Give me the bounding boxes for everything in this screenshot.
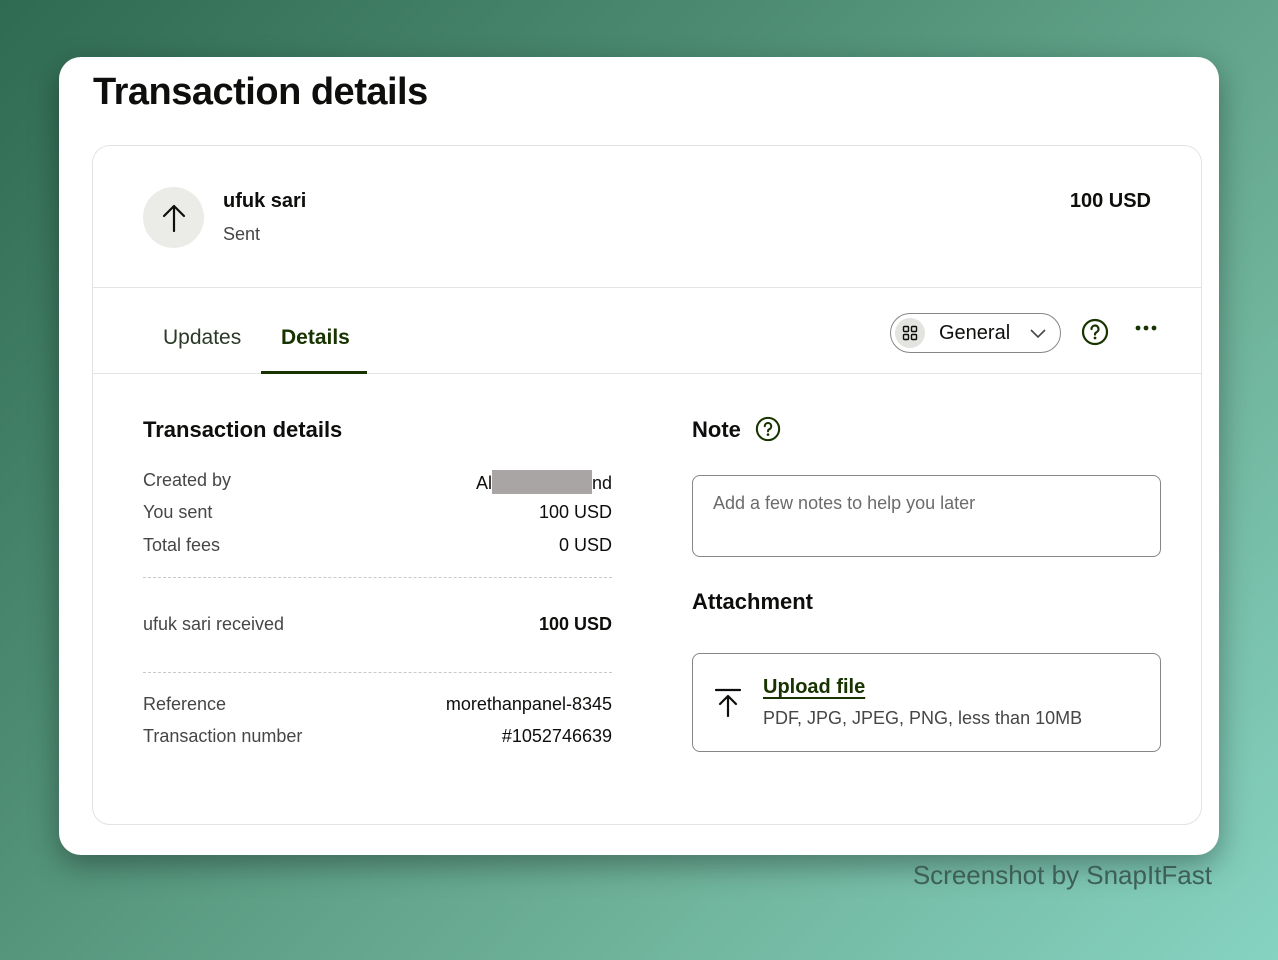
detail-row-created-by: Created by Al nd — [143, 470, 612, 494]
upload-hint: PDF, JPG, JPEG, PNG, less than 10MB — [763, 708, 1083, 728]
you-sent-value: 100 USD — [538, 502, 612, 522]
transaction-number-value: #1052746639 — [501, 726, 612, 746]
reference-value: morethanpanel-8345 — [445, 694, 612, 714]
chevron-down-icon — [1030, 329, 1046, 339]
total-fees-value: 0 USD — [558, 535, 612, 555]
divider — [143, 577, 612, 578]
watermark: Screenshot by SnapItFast — [912, 860, 1212, 890]
upload-file-link[interactable]: Upload file — [763, 676, 865, 699]
total-fees-label: Total fees — [143, 535, 221, 555]
transaction-number-label: Transaction number — [143, 726, 303, 746]
created-by-label: Created by — [143, 470, 232, 490]
help-icon[interactable] — [1081, 318, 1109, 346]
divider — [143, 672, 612, 673]
reference-label: Reference — [143, 694, 227, 714]
received-label: ufuk sari received — [143, 614, 285, 634]
details-section-title: Transaction details — [143, 417, 343, 442]
arrow-up-icon — [162, 204, 185, 232]
page-title: Transaction details — [93, 71, 428, 113]
received-value: 100 USD — [538, 614, 612, 634]
transaction-header: ufuk sari Sent 100 USD — [93, 146, 1201, 288]
view-select[interactable]: General — [890, 313, 1061, 353]
note-title: Note — [692, 417, 741, 442]
view-select-value: General — [939, 321, 1011, 344]
detail-row-reference: Reference morethanpanel-8345 — [143, 694, 612, 718]
detail-row-received: ufuk sari received 100 USD — [143, 614, 612, 638]
tab-updates[interactable]: Updates — [163, 326, 241, 350]
more-icon[interactable] — [1134, 324, 1158, 332]
detail-row-total-fees: Total fees 0 USD — [143, 535, 612, 559]
created-by-value: Al nd — [476, 470, 612, 494]
party-name: ufuk sari — [223, 190, 307, 212]
transaction-window: Transaction details ufuk sari Sent 100 U… — [59, 57, 1219, 855]
note-help-icon[interactable] — [755, 416, 781, 442]
transaction-status: Sent — [223, 224, 261, 244]
note-placeholder: Add a few notes to help you later — [713, 493, 976, 513]
you-sent-label: You sent — [143, 502, 213, 522]
transaction-card: ufuk sari Sent 100 USD Updates Details G… — [92, 145, 1202, 825]
avatar — [143, 187, 204, 248]
attachment-title: Attachment — [692, 589, 814, 614]
upload-dropzone[interactable]: Upload file PDF, JPG, JPEG, PNG, less th… — [692, 653, 1161, 752]
tabs-bar: Updates Details General — [93, 288, 1201, 374]
active-tab-indicator — [261, 371, 367, 374]
detail-row-you-sent: You sent 100 USD — [143, 502, 612, 526]
upload-icon — [715, 688, 741, 718]
grid-icon — [895, 318, 925, 348]
note-textarea[interactable]: Add a few notes to help you later — [692, 475, 1161, 557]
detail-row-transaction-number: Transaction number #1052746639 — [143, 726, 612, 750]
header-amount: 100 USD — [1069, 190, 1151, 212]
tab-details[interactable]: Details — [281, 326, 350, 350]
redacted-block — [491, 470, 592, 494]
